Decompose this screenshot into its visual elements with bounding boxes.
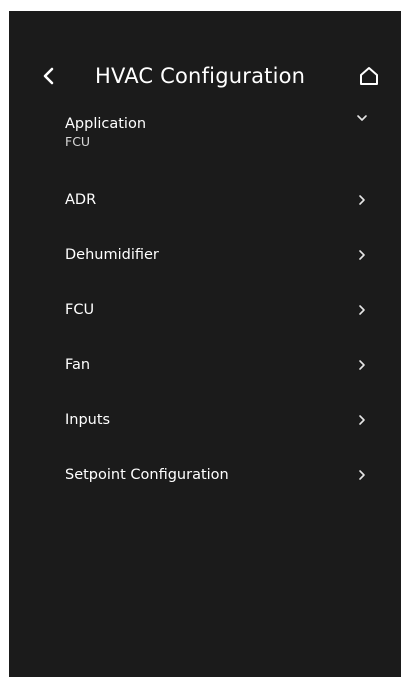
menu-item-label: FCU (65, 302, 95, 318)
menu-item-dehumidifier[interactable]: Dehumidifier (9, 229, 401, 284)
chevron-right-icon (359, 415, 365, 425)
home-icon (360, 67, 378, 85)
settings-menu: Application FCU ADR Dehumidifier FCU Fan… (9, 104, 401, 504)
menu-item-label: Setpoint Configuration (65, 467, 229, 483)
header-bar: HVAC Configuration (9, 61, 401, 101)
page-title: HVAC Configuration (95, 64, 306, 88)
chevron-down-icon (357, 115, 367, 121)
menu-item-label: ADR (65, 192, 97, 208)
menu-item-label: Inputs (65, 412, 111, 428)
menu-item-inputs[interactable]: Inputs (9, 394, 401, 449)
menu-item-setpoint-configuration[interactable]: Setpoint Configuration (9, 449, 401, 504)
menu-item-value: FCU (65, 134, 91, 149)
app-screen: HVAC Configuration Application FCU ADR D… (9, 11, 401, 677)
back-button[interactable] (37, 64, 61, 88)
chevron-right-icon (359, 250, 365, 260)
chevron-right-icon (359, 360, 365, 370)
chevron-left-icon (43, 67, 54, 85)
chevron-right-icon (359, 305, 365, 315)
menu-item-adr[interactable]: ADR (9, 174, 401, 229)
menu-item-label: Dehumidifier (65, 247, 159, 263)
menu-item-fan[interactable]: Fan (9, 339, 401, 394)
home-button[interactable] (357, 64, 381, 88)
menu-item-label: Application (65, 116, 147, 132)
chevron-right-icon (359, 470, 365, 480)
menu-item-label: Fan (65, 357, 91, 373)
chevron-right-icon (359, 195, 365, 205)
menu-item-application[interactable]: Application FCU (9, 104, 401, 174)
menu-item-fcu[interactable]: FCU (9, 284, 401, 339)
